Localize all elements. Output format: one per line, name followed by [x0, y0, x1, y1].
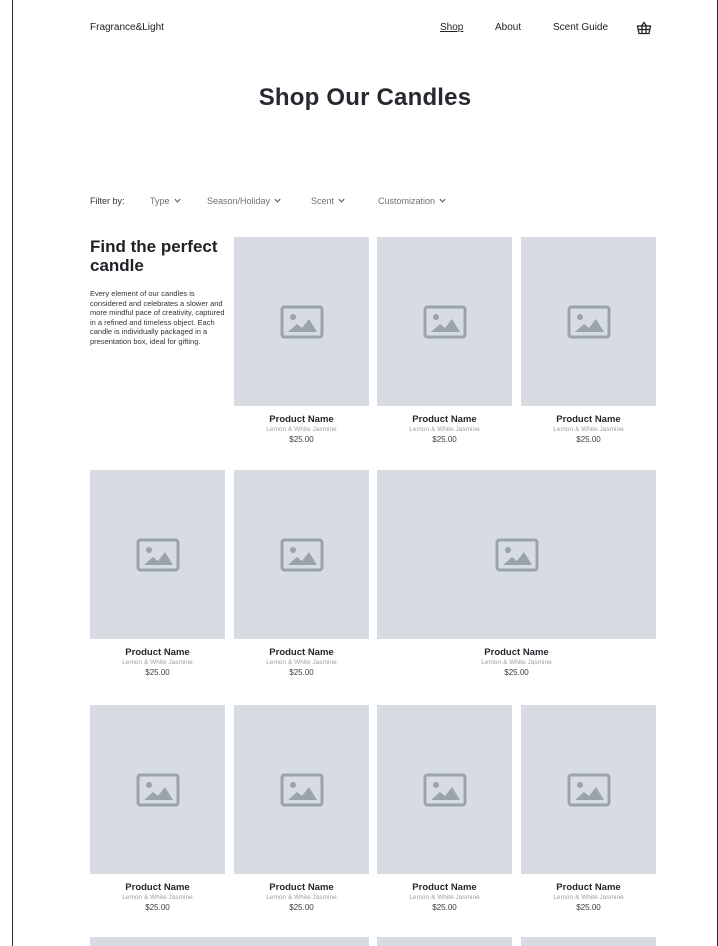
chevron-down-icon — [274, 198, 281, 203]
product-image-placeholder[interactable] — [377, 705, 512, 874]
filter-label: Filter by: — [90, 196, 125, 206]
product-scent: Lemon & White Jasmine — [266, 894, 337, 901]
product-info: Product Name Lemon & White Jasmine $25.0… — [90, 882, 225, 913]
intro-block: Find the perfect candle Every element of… — [90, 237, 228, 347]
product-price: $25.00 — [432, 435, 457, 444]
product-name[interactable]: Product Name — [234, 647, 369, 658]
product-price: $25.00 — [289, 435, 314, 444]
product-name[interactable]: Product Name — [90, 882, 225, 893]
product-info: Product Name Lemon & White Jasmine $25.0… — [521, 882, 656, 913]
product-price: $25.00 — [145, 903, 170, 912]
image-placeholder-icon — [136, 538, 179, 571]
filter-customization-dropdown[interactable]: Customization — [378, 196, 447, 206]
product-name[interactable]: Product Name — [377, 647, 656, 658]
product-image-placeholder[interactable] — [90, 937, 369, 946]
product-info: Product Name Lemon & White Jasmine $25.0… — [234, 414, 369, 445]
nav-link-about[interactable]: About — [495, 22, 521, 33]
product-info: Product Name Lemon & White Jasmine $25.0… — [234, 882, 369, 913]
product-info: Product Name Lemon & White Jasmine $25.0… — [234, 647, 369, 678]
filter-customization-label: Customization — [378, 196, 436, 206]
site-header: Fragrance&Light Shop About Scent Guide — [13, 0, 717, 60]
image-placeholder-icon — [136, 773, 179, 806]
image-placeholder-icon — [280, 773, 323, 806]
image-placeholder-icon — [495, 538, 538, 571]
intro-text: Every element of our candles is consider… — [90, 289, 225, 346]
product-scent: Lemon & White Jasmine — [409, 426, 480, 433]
filter-type-dropdown[interactable]: Type — [150, 196, 182, 206]
product-scent: Lemon & White Jasmine — [553, 894, 624, 901]
image-placeholder-icon — [567, 773, 610, 806]
filter-season-dropdown[interactable]: Season/Holiday — [207, 196, 282, 206]
image-placeholder-icon — [567, 305, 610, 338]
product-image-placeholder[interactable] — [521, 237, 656, 406]
product-scent: Lemon & White Jasmine — [409, 894, 480, 901]
product-price: $25.00 — [504, 668, 529, 677]
image-placeholder-icon — [423, 773, 466, 806]
product-scent: Lemon & White Jasmine — [122, 659, 193, 666]
chevron-down-icon — [439, 198, 446, 203]
product-name[interactable]: Product Name — [234, 414, 369, 425]
page-title: Shop Our Candles — [258, 84, 472, 111]
image-placeholder-icon — [280, 305, 323, 338]
product-price: $25.00 — [432, 903, 457, 912]
product-info: Product Name Lemon & White Jasmine $25.0… — [377, 882, 512, 913]
product-image-placeholder[interactable] — [90, 470, 225, 639]
product-scent: Lemon & White Jasmine — [553, 426, 624, 433]
product-scent: Lemon & White Jasmine — [481, 659, 552, 666]
product-scent: Lemon & White Jasmine — [266, 659, 337, 666]
nav-link-scent-guide[interactable]: Scent Guide — [553, 22, 608, 33]
product-info: Product Name Lemon & White Jasmine $25.0… — [521, 414, 656, 445]
product-name[interactable]: Product Name — [521, 882, 656, 893]
product-price: $25.00 — [289, 903, 314, 912]
filter-bar: Filter by: Type Season/Holiday Scent Cus… — [90, 195, 690, 209]
product-image-placeholder[interactable] — [377, 470, 656, 639]
product-price: $25.00 — [576, 903, 601, 912]
brand-logo[interactable]: Fragrance&Light — [90, 22, 164, 33]
product-name[interactable]: Product Name — [377, 414, 512, 425]
product-image-placeholder[interactable] — [234, 470, 369, 639]
product-image-placeholder[interactable] — [234, 237, 369, 406]
filter-type-label: Type — [150, 196, 170, 206]
chevron-down-icon — [173, 198, 181, 203]
filter-scent-dropdown[interactable]: Scent — [311, 196, 346, 206]
product-image-placeholder[interactable] — [234, 705, 369, 874]
product-info: Product Name Lemon & White Jasmine $25.0… — [377, 414, 512, 445]
image-placeholder-icon — [423, 305, 466, 338]
product-image-placeholder[interactable] — [521, 937, 656, 946]
page-frame: Fragrance&Light Shop About Scent Guide S… — [12, 0, 718, 946]
nav-link-shop[interactable]: Shop — [440, 22, 463, 33]
product-image-placeholder[interactable] — [521, 705, 656, 874]
product-name[interactable]: Product Name — [521, 414, 656, 425]
product-info: Product Name Lemon & White Jasmine $25.0… — [377, 647, 656, 678]
product-info: Product Name Lemon & White Jasmine $25.0… — [90, 647, 225, 678]
product-name[interactable]: Product Name — [90, 647, 225, 658]
basket-icon[interactable] — [636, 20, 652, 36]
filter-scent-label: Scent — [311, 196, 335, 206]
image-placeholder-icon — [280, 538, 323, 571]
intro-title: Find the perfect candle — [90, 237, 218, 275]
product-price: $25.00 — [289, 668, 314, 677]
product-price: $25.00 — [145, 668, 170, 677]
product-scent: Lemon & White Jasmine — [266, 426, 337, 433]
product-name[interactable]: Product Name — [377, 882, 512, 893]
product-image-placeholder[interactable] — [377, 937, 512, 946]
chevron-down-icon — [338, 198, 345, 203]
product-price: $25.00 — [576, 435, 601, 444]
product-name[interactable]: Product Name — [234, 882, 369, 893]
product-image-placeholder[interactable] — [90, 705, 225, 874]
product-image-placeholder[interactable] — [377, 237, 512, 406]
product-scent: Lemon & White Jasmine — [122, 894, 193, 901]
filter-season-label: Season/Holiday — [207, 196, 271, 206]
